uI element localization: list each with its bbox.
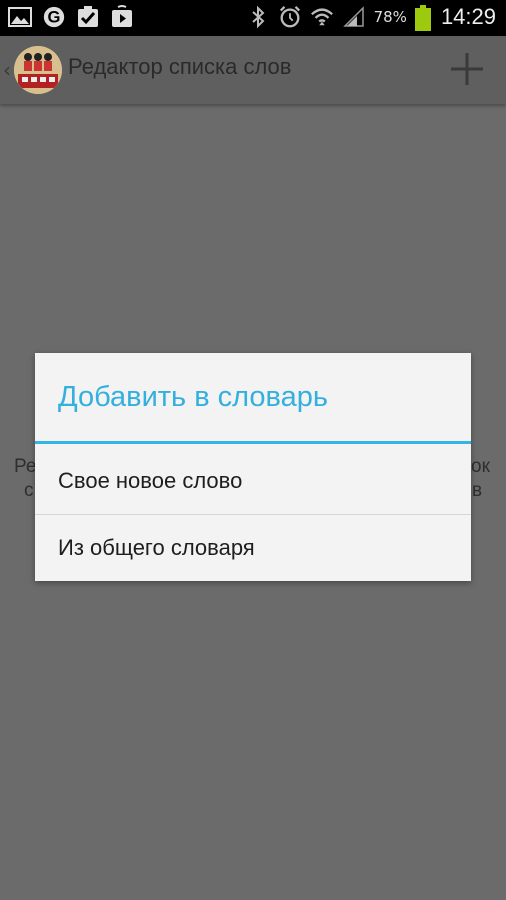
add-button[interactable] xyxy=(448,50,486,88)
bluetooth-icon xyxy=(246,5,270,29)
up-chevron-icon[interactable]: ‹ xyxy=(3,58,11,82)
page-title: Редактор списка слов xyxy=(68,54,292,79)
background-text: с xyxy=(24,480,34,501)
common-dictionary-option[interactable]: Из общего словаря xyxy=(35,515,471,581)
play-store-icon xyxy=(110,5,134,29)
google-icon: G xyxy=(42,5,66,29)
alarm-icon xyxy=(278,5,302,29)
add-to-dictionary-dialog: Добавить в словарь Свое новое слово Из о… xyxy=(35,353,471,581)
background-text: в xyxy=(472,480,483,501)
plus-icon xyxy=(451,53,483,85)
status-bar: G 78% 14:29 xyxy=(0,0,506,36)
own-new-word-option[interactable]: Свое новое слово xyxy=(35,448,471,514)
svg-text:G: G xyxy=(48,8,61,27)
background-text: ок xyxy=(471,456,490,477)
dialog-title: Добавить в словарь xyxy=(58,381,329,413)
wifi-icon xyxy=(310,5,334,29)
action-bar: ‹ Редактор списка слов xyxy=(0,36,506,104)
option-label: Из общего словаря xyxy=(58,535,255,560)
gallery-icon xyxy=(8,5,32,29)
battery-percent: 78% xyxy=(373,8,407,26)
signal-icon xyxy=(342,5,366,29)
clock: 14:29 xyxy=(440,4,496,29)
background-text: Ре xyxy=(14,456,37,477)
checkbox-icon xyxy=(76,5,100,29)
dialog-title-divider xyxy=(35,441,471,444)
battery-icon xyxy=(414,5,431,31)
option-label: Свое новое слово xyxy=(58,468,243,493)
app-logo[interactable] xyxy=(14,46,62,94)
